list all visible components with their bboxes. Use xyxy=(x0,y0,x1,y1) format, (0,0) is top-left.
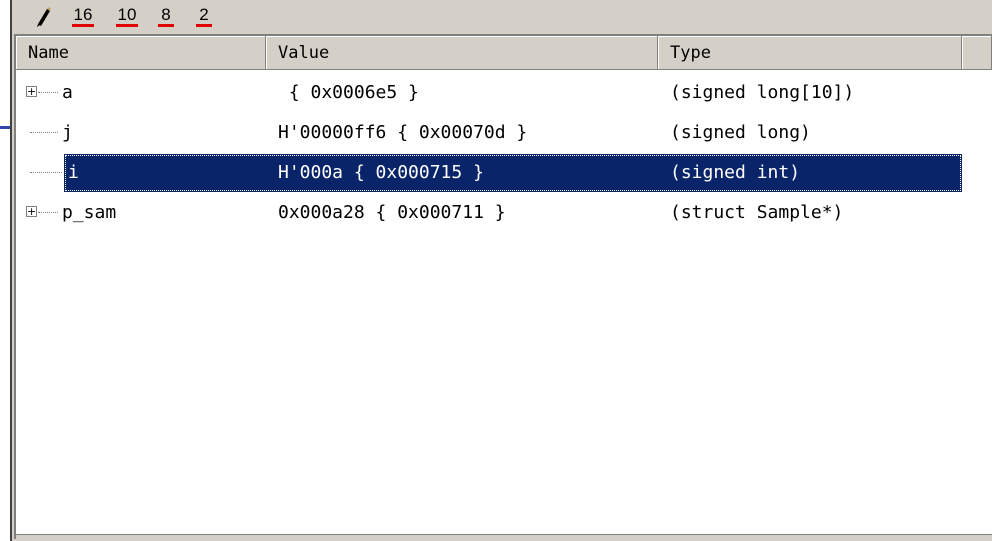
tree-connector xyxy=(38,212,58,214)
row-name: a xyxy=(62,82,73,103)
radix-8-label: 8 xyxy=(161,5,171,24)
radix-10-label: 10 xyxy=(117,5,137,24)
row-name: p_sam xyxy=(62,202,117,223)
selection-highlight xyxy=(64,154,962,192)
row-value: H'00000ff6 { 0x00070d } xyxy=(278,122,528,143)
row-name: i xyxy=(68,162,79,183)
column-header-value[interactable]: Value xyxy=(266,36,658,70)
table-row[interactable]: + a { 0x0006e5 } (signed long[10]) xyxy=(16,74,992,112)
watch-toolbar: 16 10 8 2 xyxy=(12,0,992,34)
column-header-name[interactable]: Name xyxy=(16,36,266,70)
tree-connector xyxy=(30,132,58,134)
radix-16-underline xyxy=(72,24,94,27)
row-type: (signed int) xyxy=(670,162,801,183)
row-name: j xyxy=(62,122,73,143)
row-value: H'000a { 0x000715 } xyxy=(278,162,484,183)
list-bottom-edge xyxy=(16,534,992,539)
radix-10-underline xyxy=(116,24,138,27)
row-type: (signed long) xyxy=(670,122,811,143)
column-header-type[interactable]: Type xyxy=(658,36,962,70)
radix-2-button[interactable]: 2 xyxy=(192,0,216,30)
row-value: 0x000a28 { 0x000711 } xyxy=(278,202,506,223)
watch-list[interactable]: Name Value Type + a { 0x0006e5 } (signed… xyxy=(14,34,992,539)
radix-8-button[interactable]: 8 xyxy=(154,0,178,30)
row-type: (signed long[10]) xyxy=(670,82,855,103)
watch-window: 16 10 8 2 Name Value Type + a { 0x0006e5 xyxy=(10,0,992,541)
column-header-bar: Name Value Type xyxy=(16,36,992,72)
radix-2-underline xyxy=(196,24,212,27)
expand-plus-icon[interactable]: + xyxy=(26,86,37,97)
tree-connector xyxy=(38,92,58,94)
expand-plus-icon[interactable]: + xyxy=(26,206,37,217)
row-value: { 0x0006e5 } xyxy=(278,82,419,103)
table-row-selected[interactable]: i H'000a { 0x000715 } (signed int) xyxy=(16,154,992,192)
pencil-icon[interactable] xyxy=(30,4,56,28)
radix-16-button[interactable]: 16 xyxy=(68,0,98,30)
column-header-filler xyxy=(962,36,992,70)
table-row[interactable]: + p_sam 0x000a28 { 0x000711 } (struct Sa… xyxy=(16,194,992,232)
radix-8-underline xyxy=(158,24,174,27)
table-row[interactable]: j H'00000ff6 { 0x00070d } (signed long) xyxy=(16,114,992,152)
radix-16-label: 16 xyxy=(73,5,93,24)
radix-10-button[interactable]: 10 xyxy=(112,0,142,30)
tree-connector xyxy=(30,172,62,174)
row-type: (struct Sample*) xyxy=(670,202,844,223)
background-link-underline xyxy=(0,126,10,129)
radix-2-label: 2 xyxy=(199,5,209,24)
